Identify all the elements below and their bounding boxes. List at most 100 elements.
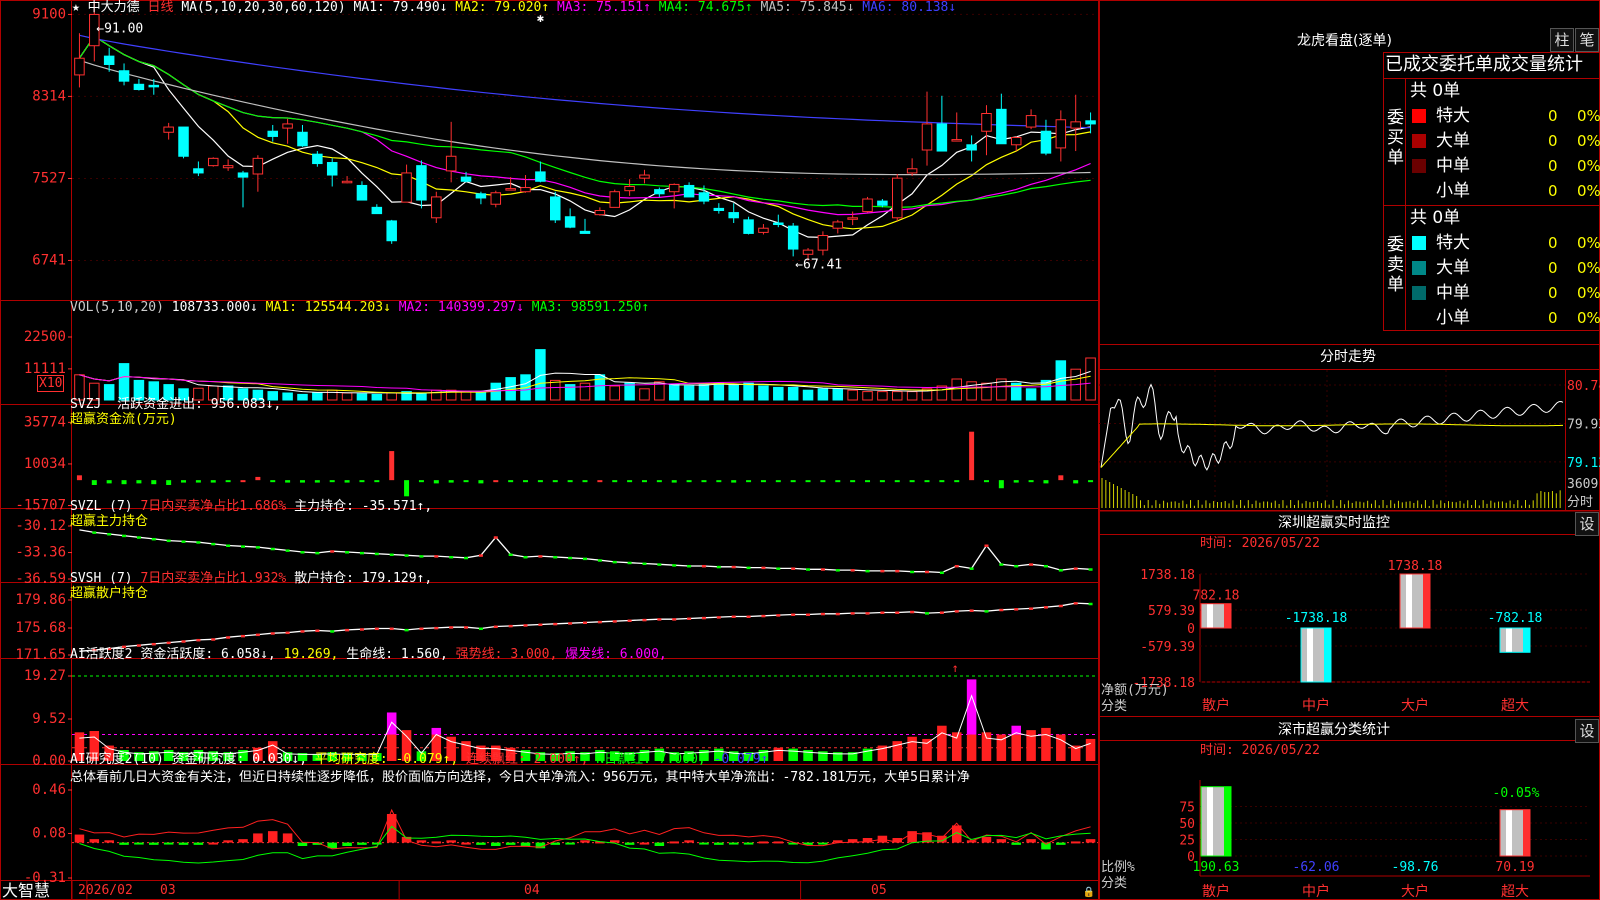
- ai1-bar: [907, 736, 917, 761]
- candle-body: [624, 186, 635, 192]
- candle-body: [743, 219, 754, 234]
- candle: [1070, 94, 1081, 152]
- ma-label-1: MA1: 79.490↓: [353, 0, 448, 15]
- order-count-sell-2: 0: [1548, 284, 1558, 302]
- svzj-bar: [448, 480, 454, 483]
- svsh-dot: [1014, 608, 1019, 611]
- svsh-dot: [374, 627, 379, 631]
- monitor-category-2: 大户: [1401, 697, 1429, 714]
- candle: [564, 208, 576, 229]
- classify-title: 深市超赢分类统计: [1278, 722, 1390, 738]
- candle: [787, 223, 799, 257]
- svsh-dot: [211, 638, 216, 641]
- svsh-dot: [493, 625, 498, 629]
- ai2-label-1: 平均研究度: -0.079↑,: [307, 752, 459, 767]
- intraday-vol-tick: 3609: [1567, 477, 1598, 492]
- ai2-bar: [193, 842, 204, 845]
- brand-label: 大智慧: [2, 881, 51, 900]
- svsh-dot: [583, 621, 587, 625]
- svsh-dot: [464, 626, 469, 629]
- candle: [475, 191, 487, 205]
- right-panel-frame: [1099, 0, 1600, 900]
- svzj-bar: [493, 480, 499, 483]
- stock-name[interactable]: 中大力德: [88, 0, 140, 15]
- candle: [326, 158, 338, 187]
- svsh-dot: [999, 608, 1004, 612]
- volume-values: 108733.000↓ MA1: 125544.203↓ MA2: 140399…: [172, 300, 649, 315]
- ai1-bar-base: [1085, 738, 1096, 761]
- svzl-dot: [404, 554, 409, 557]
- svzl-dot: [969, 567, 974, 570]
- svzl-dot: [776, 567, 781, 570]
- candle-body: [386, 220, 397, 242]
- monitor-settings-button[interactable]: 设: [1575, 512, 1599, 536]
- monitor-bar-2: [1399, 573, 1431, 629]
- ai2-bar: [1026, 839, 1036, 843]
- svsh-dot: [1058, 604, 1063, 608]
- period-label[interactable]: 日线: [148, 0, 174, 15]
- candle: [951, 112, 962, 142]
- classify-settings-button[interactable]: 设: [1575, 719, 1599, 743]
- svzj-bar: [627, 480, 633, 483]
- candle: [654, 187, 665, 197]
- ai1-values: 资金活跃度: 6.058↓, 19.269, 生命线: 1.560, 强势线: …: [140, 647, 666, 662]
- order-swatch-buy-2: [1412, 159, 1426, 173]
- ai2-bar: [654, 842, 665, 846]
- candle: [862, 196, 873, 213]
- svsh-dot: [315, 629, 320, 633]
- svzl-dot: [820, 568, 825, 571]
- volume-label-1: MA1: 125544.203↓: [257, 300, 391, 315]
- svzj-bar: [166, 480, 172, 485]
- volume-bar: [475, 391, 487, 401]
- ai2-bar: [728, 842, 739, 845]
- candle: [222, 159, 234, 171]
- candle: [758, 224, 769, 235]
- volume-tick-0: 22500: [24, 329, 66, 345]
- candle-body: [1055, 119, 1067, 149]
- svzj-bar: [850, 480, 856, 483]
- order-count-sell-1: 0: [1548, 259, 1558, 277]
- volume-bar: [341, 392, 353, 401]
- svzj-bar: [433, 480, 439, 484]
- volume-bar: [862, 391, 873, 401]
- svzj-bar: [686, 480, 692, 483]
- order-label-sell-1: 大单: [1436, 258, 1470, 278]
- svzl-dot: [330, 550, 335, 553]
- volume-bar: [981, 382, 992, 401]
- price-tick-0: 9100: [32, 6, 66, 22]
- classify-bar-shine: [1207, 786, 1213, 856]
- svzj-bar: [701, 480, 707, 483]
- monitor-tick-2: 0: [1187, 622, 1195, 637]
- volume-header: VOL(5,10,20): [70, 300, 164, 315]
- svzj-bar: [270, 480, 276, 483]
- ai2-bar: [134, 842, 144, 845]
- candle: [193, 161, 204, 177]
- ai1-panel-header: AI活跃度2 资金活跃度: 6.058↓, 19.269, 生命线: 1.560…: [70, 647, 667, 663]
- candle: [490, 190, 502, 208]
- ma-line-6: [79, 34, 1091, 129]
- monitor-bar-accent: [1324, 628, 1331, 682]
- svzj-bar: [136, 480, 142, 484]
- svzj-bar: [225, 480, 231, 483]
- order-swatch-sell-2: [1412, 286, 1426, 300]
- bar-mode-button[interactable]: 柱: [1550, 28, 1574, 52]
- order-total-buy: 共 0单: [1410, 81, 1461, 101]
- order-pct-buy-0: 0%: [1577, 107, 1600, 125]
- volume-bar: [847, 389, 858, 401]
- monitor-category-3: 超大: [1501, 698, 1529, 714]
- tick-mode-button[interactable]: 笔: [1575, 28, 1599, 52]
- candle: [713, 203, 725, 214]
- svsh-dot: [612, 620, 617, 623]
- order-count-sell-0: 0: [1548, 234, 1558, 252]
- svsh-tick-2: 171.65: [15, 647, 66, 663]
- volume-bar: [892, 391, 903, 401]
- volume-bar: [802, 389, 814, 401]
- price-tick-3: 6741: [32, 252, 66, 268]
- ai2-bar: [446, 840, 456, 843]
- candle-body: [222, 165, 234, 169]
- candle: [1055, 110, 1067, 162]
- candle-body: [505, 188, 516, 191]
- svzl-dot: [211, 542, 216, 546]
- svzl-dot: [1014, 564, 1019, 568]
- svsh-dot: [701, 616, 706, 620]
